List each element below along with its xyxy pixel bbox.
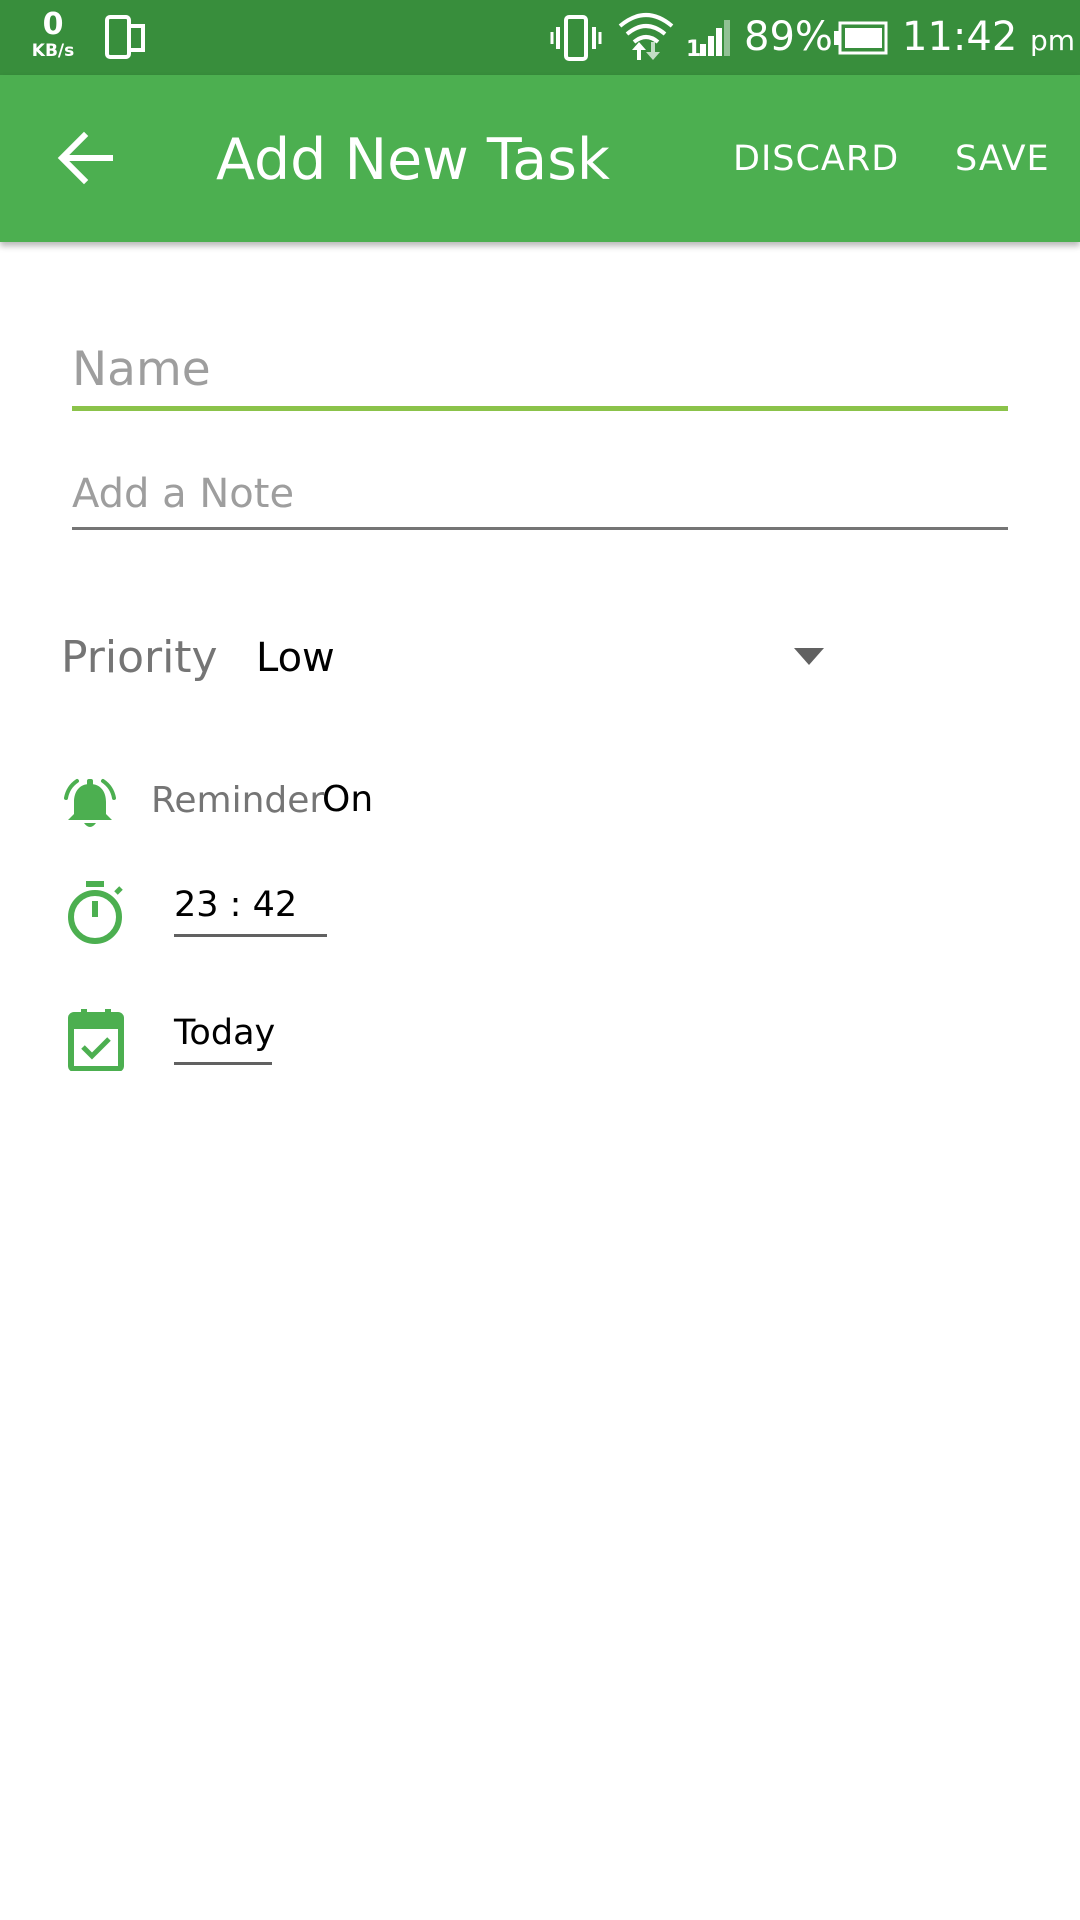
app-bar: Add New Task DISCARD SAVE [0, 75, 1080, 242]
clock: 11:42 pm [902, 13, 1075, 65]
note-input-underline [72, 527, 1008, 530]
name-input[interactable] [72, 336, 1008, 402]
alarm-bell-icon [62, 778, 118, 836]
network-speed-unit: KB/s [31, 41, 75, 61]
priority-selected-value: Low [256, 635, 335, 681]
discard-button[interactable]: DISCARD [733, 137, 899, 181]
priority-label: Priority [61, 632, 218, 683]
stopwatch-icon [66, 879, 124, 949]
clock-suffix: pm [1030, 24, 1076, 57]
save-button[interactable]: SAVE [955, 137, 1050, 181]
battery-icon [833, 21, 889, 59]
name-input-underline [72, 406, 1008, 411]
time-picker[interactable]: 23 : 42 [174, 880, 327, 937]
priority-dropdown[interactable]: Low [240, 622, 840, 694]
network-speed-value: 0 [42, 7, 64, 42]
svg-text:1: 1 [686, 37, 701, 58]
status-bar: 0 KB/s 1 89% 11:42 pm [0, 0, 1080, 75]
network-speed: 0 KB/s [26, 10, 80, 60]
screen-mirror-icon [104, 14, 148, 64]
reminder-label: Reminder [151, 780, 325, 821]
date-picker[interactable]: Today [174, 1008, 276, 1065]
battery-percent: 89% [744, 14, 833, 60]
arrow-back-icon [50, 131, 120, 197]
reminder-toggle[interactable]: On [322, 778, 373, 822]
page-title: Add New Task [216, 127, 610, 193]
date-value: Today [174, 1013, 276, 1053]
back-button[interactable] [50, 123, 120, 193]
dropdown-arrow-icon [794, 648, 824, 665]
clock-time: 11:42 [902, 14, 1018, 60]
wifi-icon [617, 10, 675, 66]
calendar-check-icon [68, 1009, 124, 1075]
signal-icon: 1 [686, 18, 732, 62]
vibrate-icon [550, 13, 602, 67]
time-value: 23 : 42 [174, 885, 298, 925]
note-input[interactable] [72, 466, 1008, 522]
